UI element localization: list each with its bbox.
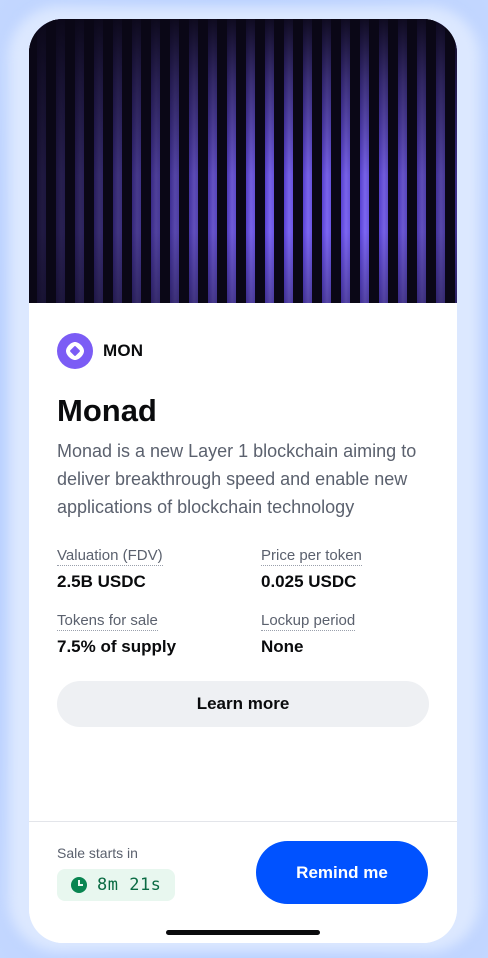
token-symbol: MON: [103, 341, 144, 360]
stat-label-price[interactable]: Price per token: [261, 547, 362, 566]
token-description: Monad is a new Layer 1 blockchain aiming…: [57, 441, 417, 517]
stat-value-valuation: 2.5B USDC: [57, 572, 146, 591]
hero-shading: [29, 19, 457, 303]
learn-more-button[interactable]: Learn more: [57, 681, 429, 727]
stat-value-price: 0.025 USDC: [261, 572, 357, 591]
stat-value-tokens-for-sale: 7.5% of supply: [57, 637, 177, 656]
monad-logo-icon: [57, 333, 93, 369]
hero-banner: [29, 19, 457, 303]
stat-tokens-for-sale: Tokens for sale 7.5% of supply: [57, 612, 261, 657]
token-details: MON Monad Monad is a new Layer 1 blockch…: [57, 303, 429, 727]
sale-stats: Valuation (FDV) 2.5B USDC Price per toke…: [57, 547, 429, 657]
remind-me-button[interactable]: Remind me: [256, 841, 428, 904]
clock-icon: [71, 877, 87, 893]
stat-valuation: Valuation (FDV) 2.5B USDC: [57, 547, 261, 592]
countdown-badge: 8m 21s: [57, 869, 176, 901]
token-name: Monad: [57, 393, 157, 428]
stat-label-tokens-for-sale[interactable]: Tokens for sale: [57, 612, 158, 631]
stat-value-lockup: None: [261, 637, 304, 656]
home-indicator: [166, 930, 320, 935]
sale-starts-label: Sale starts in: [57, 845, 138, 861]
stat-price: Price per token 0.025 USDC: [261, 547, 429, 592]
monad-logo-glyph: [66, 342, 84, 360]
stat-lockup: Lockup period None: [261, 612, 429, 657]
sale-footer: Sale starts in 8m 21s Remind me: [29, 821, 457, 943]
stat-label-valuation[interactable]: Valuation (FDV): [57, 547, 163, 566]
token-sale-card: MON Monad Monad is a new Layer 1 blockch…: [29, 19, 457, 943]
countdown-timer: 8m 21s: [97, 875, 162, 895]
stat-label-lockup[interactable]: Lockup period: [261, 612, 356, 631]
token-header: MON: [57, 333, 429, 369]
